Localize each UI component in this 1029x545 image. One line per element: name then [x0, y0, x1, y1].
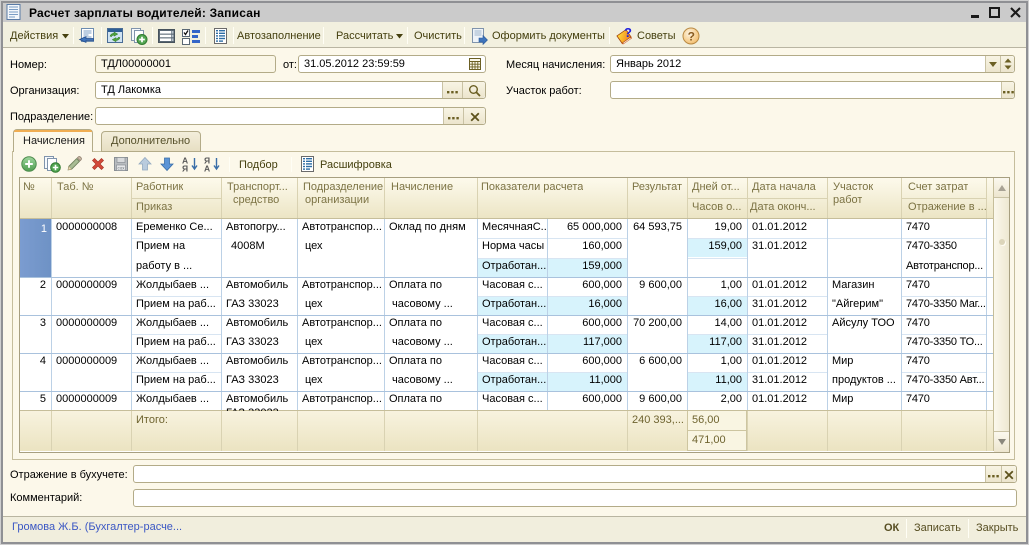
svg-text:сох: сох: [118, 166, 126, 171]
svg-text:Я: Я: [182, 164, 188, 173]
svg-text:?: ?: [688, 29, 695, 43]
svg-text:А: А: [204, 164, 210, 173]
svg-text:?: ?: [624, 27, 632, 40]
